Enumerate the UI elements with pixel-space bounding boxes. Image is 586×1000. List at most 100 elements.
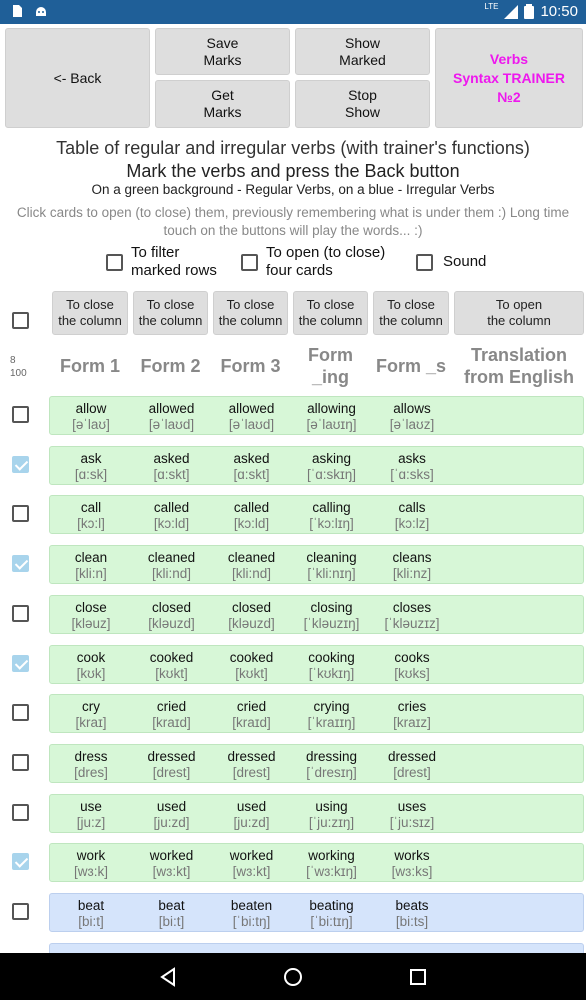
verb-card[interactable]: cry [kraɪ] (53, 695, 129, 734)
verb-card[interactable]: cooks [kʊks] (374, 646, 450, 685)
verb-card[interactable]: dressed [drest] (134, 745, 209, 784)
back-nav-icon[interactable] (158, 967, 178, 987)
home-nav-icon[interactable] (283, 967, 303, 987)
verb-card[interactable]: closed [kləuzd] (214, 596, 289, 635)
stop-show-button[interactable]: Stop Show (295, 80, 430, 128)
verb-card[interactable]: used [ju:zd] (134, 795, 209, 834)
verb-card[interactable]: allowing [əˈlaʊɪŋ] (294, 397, 369, 436)
verb-row[interactable]: ask [ɑ:sk] asked [ɑ:skt] asked [ɑ:skt] asking[… (49, 446, 584, 485)
verb-card[interactable]: ask [ɑ:sk] (53, 447, 129, 486)
translation-card[interactable] (455, 646, 583, 685)
verb-card[interactable]: dressing [ˈdresɪŋ] (294, 745, 369, 784)
verb-card[interactable]: beating [ˈbi:tɪŋ] (294, 894, 369, 933)
verb-card[interactable]: cook [kʊk] (53, 646, 129, 685)
verb-row[interactable]: allow [əˈlaʊ] allowed [əˈlaʊd] allowed [əˈlaʊ… (49, 396, 584, 435)
verb-card[interactable]: cooked [kʊkt] (134, 646, 209, 685)
verb-row[interactable]: clean [kli:n] cleaned [kli:nd] cleaned [kli:n… (49, 545, 584, 584)
verb-card[interactable]: working [ˈwɜ:kɪŋ] (294, 844, 369, 883)
show-marked-button[interactable]: Show Marked (295, 28, 430, 75)
verb-row[interactable]: close [kləuz] closed [kləuzd] closed [kləuzd]… (49, 595, 584, 634)
verb-card[interactable]: using [ˈju:zɪŋ] (294, 795, 369, 834)
verb-card[interactable]: closes [ˈkləuzɪz] (374, 596, 450, 635)
row-checkbox[interactable] (12, 754, 29, 771)
open-four-option[interactable]: To open (to close) four cards (241, 244, 385, 280)
translation-card[interactable] (455, 496, 583, 535)
verb-card[interactable]: closing [ˈkləuzɪŋ] (294, 596, 369, 635)
verb-card[interactable]: cooking [ˈkʊkɪŋ] (294, 646, 369, 685)
verb-card[interactable]: use [ju:z] (53, 795, 129, 834)
verb-card[interactable]: dress [dres] (53, 745, 129, 784)
verb-card[interactable]: dressed [drest] (374, 745, 450, 784)
verb-card[interactable]: allowed [əˈlaʊd] (134, 397, 209, 436)
close-column-2-button[interactable]: To close the column (133, 291, 208, 335)
verb-row[interactable]: call [kɔ:l] called [kɔ:ld] called [kɔ:ld] call… (49, 495, 584, 534)
verb-card[interactable]: beat [bi:t] (53, 894, 129, 933)
verb-row[interactable]: cry [kraɪ] cried [kraɪd] cried [kraɪd] crying[… (49, 694, 584, 733)
verb-row[interactable]: use [ju:z] used [ju:zd] used [ju:zd] using [ˈju… (49, 794, 584, 833)
close-column-5-button[interactable]: To close the column (373, 291, 449, 335)
verb-card[interactable]: called [kɔ:ld] (134, 496, 209, 535)
verb-card[interactable]: cleaned [kli:nd] (134, 546, 209, 585)
verb-card[interactable]: worked [wɜ:kt] (214, 844, 289, 883)
row-checkbox[interactable] (12, 853, 29, 870)
sound-checkbox[interactable] (416, 253, 433, 271)
translation-card[interactable] (455, 844, 583, 883)
verb-card[interactable]: cooked [kʊkt] (214, 646, 289, 685)
row-checkbox[interactable] (12, 903, 29, 920)
verb-card[interactable]: crying [ˈkraɪɪŋ] (294, 695, 369, 734)
translation-card[interactable] (455, 795, 583, 834)
verb-card[interactable]: close [kləuz] (53, 596, 129, 635)
row-checkbox[interactable] (12, 704, 29, 721)
row-checkbox[interactable] (12, 456, 29, 473)
verb-card[interactable]: cleans [kli:nz] (374, 546, 450, 585)
translation-card[interactable] (455, 894, 583, 933)
verb-card[interactable]: asked [ɑ:skt] (134, 447, 209, 486)
filter-option[interactable]: To filter marked rows (106, 244, 217, 280)
recents-nav-icon[interactable] (409, 968, 427, 986)
verb-card[interactable]: worked [wɜ:kt] (134, 844, 209, 883)
translation-card[interactable] (455, 745, 583, 784)
verb-row[interactable]: beat [bi:t] beat [bi:t] beaten [ˈbi:tŋ] beatin… (49, 893, 584, 932)
close-column-4-button[interactable]: To close the column (293, 291, 368, 335)
verb-card[interactable]: beaten [ˈbi:tŋ] (214, 894, 289, 933)
verb-card[interactable]: calls [kɔ:lz] (374, 496, 450, 535)
verb-card[interactable]: allow [əˈlaʊ] (53, 397, 129, 436)
filter-checkbox[interactable] (106, 253, 123, 271)
row-checkbox[interactable] (12, 406, 29, 423)
verb-row[interactable]: dress [dres] dressed [drest] dressed [drest] d… (49, 744, 584, 783)
row-checkbox[interactable] (12, 804, 29, 821)
verb-card[interactable]: cries [kraɪz] (374, 695, 450, 734)
verb-card[interactable]: beat [bi:t] (134, 894, 209, 933)
verb-card[interactable]: cleaning [ˈkli:nɪŋ] (294, 546, 369, 585)
close-column-3-button[interactable]: To close the column (213, 291, 288, 335)
translation-card[interactable] (455, 695, 583, 734)
row-checkbox[interactable] (12, 655, 29, 672)
row-checkbox[interactable] (12, 605, 29, 622)
open-column-6-button[interactable]: To open the column (454, 291, 584, 335)
verb-card[interactable]: calling [ˈkɔ:lɪŋ] (294, 496, 369, 535)
verb-card[interactable]: asked [ɑ:skt] (214, 447, 289, 486)
verb-card[interactable]: clean [kli:n] (53, 546, 129, 585)
translation-card[interactable] (455, 397, 583, 436)
get-marks-button[interactable]: Get Marks (155, 80, 290, 128)
verb-card[interactable]: cried [kraɪd] (134, 695, 209, 734)
back-button[interactable]: <- Back (5, 28, 150, 128)
verb-row[interactable]: work [wɜ:k] worked [wɜ:kt] worked [wɜ:kt] work… (49, 843, 584, 882)
verb-card[interactable]: work [wɜ:k] (53, 844, 129, 883)
translation-card[interactable] (455, 447, 583, 486)
row-checkbox[interactable] (12, 555, 29, 572)
translation-card[interactable] (455, 596, 583, 635)
verb-card[interactable]: used [ju:zd] (214, 795, 289, 834)
verb-card[interactable]: works [wɜ:ks] (374, 844, 450, 883)
verb-card[interactable]: dressed [drest] (214, 745, 289, 784)
close-column-1-button[interactable]: To close the column (52, 291, 128, 335)
verb-card[interactable]: closed [kləuzd] (134, 596, 209, 635)
verb-card[interactable]: called [kɔ:ld] (214, 496, 289, 535)
verb-card[interactable]: uses [ˈju:sɪz] (374, 795, 450, 834)
open-four-checkbox[interactable] (241, 253, 258, 271)
verb-card[interactable]: call [kɔ:l] (53, 496, 129, 535)
sound-option[interactable]: Sound (416, 253, 486, 271)
save-marks-button[interactable]: Save Marks (155, 28, 290, 75)
verb-card[interactable]: allows [əˈlaʊz] (374, 397, 450, 436)
row-checkbox[interactable] (12, 505, 29, 522)
